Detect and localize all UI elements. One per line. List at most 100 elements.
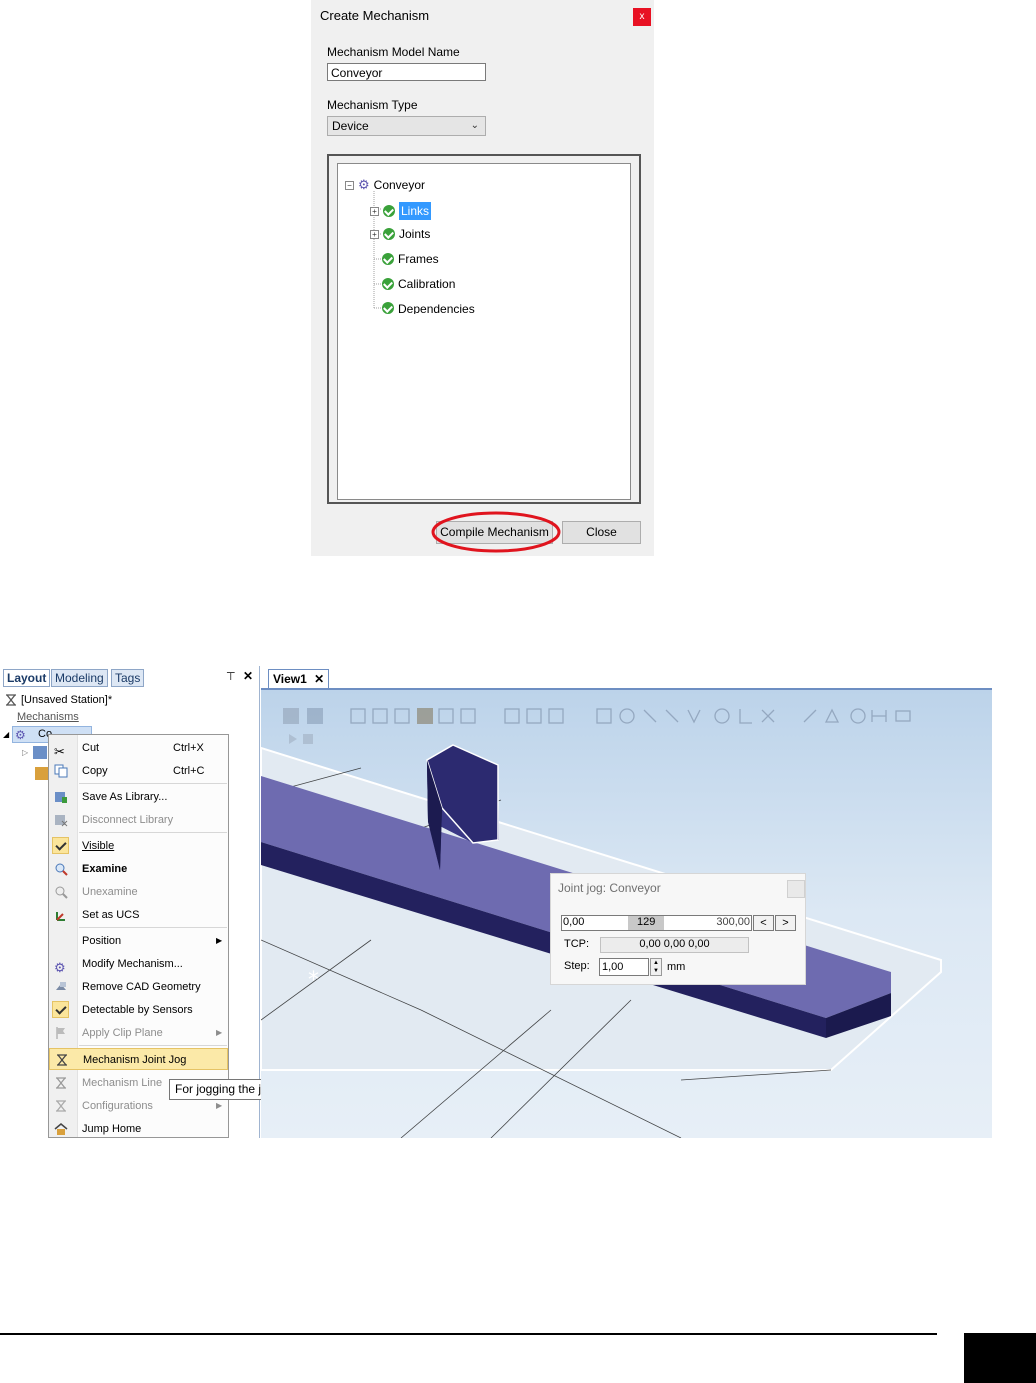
tree-item-links[interactable]: + Links	[370, 202, 432, 220]
model-name-label: Mechanism Model Name	[327, 45, 460, 59]
menu-item-apply-clip-plane[interactable]: Apply Clip Plane ▶	[49, 1022, 228, 1044]
menu-item-cut[interactable]: ✂ Cut Ctrl+X	[49, 737, 228, 759]
link-icon	[33, 746, 47, 759]
mechanism-type-label: Mechanism Type	[327, 98, 418, 112]
unexamine-icon	[54, 885, 68, 899]
highlight-ellipse	[431, 511, 561, 553]
tree-root-label: Conveyor	[373, 178, 426, 192]
step-spinner[interactable]: ▲ ▼	[650, 958, 662, 976]
step-label: Step:	[564, 960, 590, 972]
linear-jog-icon	[54, 1076, 68, 1090]
configurations-icon	[54, 1099, 68, 1113]
3d-viewport[interactable]: * Joint jog: Conveyor 0,00 129 300,00 < …	[261, 690, 992, 1138]
step-input[interactable]: 1,00	[599, 958, 649, 976]
tab-modeling[interactable]: Modeling	[51, 669, 108, 687]
model-name-input[interactable]: Conveyor	[327, 63, 486, 81]
step-unit: mm	[667, 961, 686, 973]
menu-item-jump-home[interactable]: Jump Home	[49, 1118, 228, 1140]
tree-item-joints[interactable]: + Joints	[370, 227, 430, 241]
scissors-icon: ✂	[54, 744, 65, 759]
mechanism-icon: ⚙	[54, 960, 66, 975]
dialog-close-button[interactable]: x	[633, 8, 651, 26]
panel-close-icon[interactable]: ✕	[243, 669, 253, 683]
station-label[interactable]: [Unsaved Station]*	[21, 694, 112, 706]
joint-max-value: 300,00	[716, 916, 750, 928]
joint-jog-close-button[interactable]	[787, 880, 805, 898]
mechanism-icon: ⚙	[358, 177, 370, 192]
submenu-arrow-icon: ▶	[216, 936, 223, 945]
view-tabstrip: View1 ✕	[261, 666, 992, 690]
mechanism-icon: ⚙	[15, 728, 26, 742]
page-corner-block	[964, 1333, 1036, 1383]
joint-min-value: 0,00	[563, 916, 585, 928]
tab-view1[interactable]: View1 ✕	[268, 669, 330, 688]
joint-jog-panel: Joint jog: Conveyor 0,00 129 300,00 < > …	[550, 873, 806, 985]
home-icon	[54, 1122, 68, 1136]
tree-item-calibration[interactable]: Calibration	[382, 277, 455, 291]
mechanisms-group[interactable]: Mechanisms	[17, 711, 79, 723]
expand-icon[interactable]: +	[370, 206, 379, 216]
submenu-arrow-icon: ▶	[216, 1028, 223, 1037]
menu-item-visible[interactable]: Visible	[49, 835, 228, 857]
tree-item-label: Links	[399, 202, 432, 220]
expand-arrow-icon[interactable]: ▷	[22, 748, 28, 757]
menu-item-disconnect-library[interactable]: Disconnect Library	[49, 809, 228, 831]
tab-layout[interactable]: Layout	[3, 669, 51, 687]
checkmark-icon	[52, 1001, 69, 1018]
menu-item-position[interactable]: Position ▶	[49, 930, 228, 952]
check-ok-icon	[382, 302, 394, 314]
expand-arrow-icon[interactable]: ◢	[3, 730, 9, 739]
tree-item-dependencies[interactable]: Dependencies	[382, 302, 475, 314]
copy-icon	[54, 764, 68, 778]
chevron-down-icon: ⌄	[470, 120, 479, 131]
jog-prev-button[interactable]: <	[753, 915, 774, 931]
joint-slider-thumb[interactable]: 129	[628, 916, 664, 930]
collapse-icon[interactable]: −	[345, 180, 354, 190]
tcp-value: 0,00 0,00 0,00	[600, 937, 749, 953]
tab-tags[interactable]: Tags	[111, 669, 145, 687]
station-icon	[4, 693, 18, 707]
check-ok-icon	[383, 205, 395, 217]
mechanism-tree-frame: − ⚙ Conveyor + Links + Joints Frames Cal…	[327, 154, 641, 504]
menu-item-mechanism-joint-jog[interactable]: Mechanism Joint Jog	[49, 1048, 228, 1070]
check-ok-icon	[382, 253, 394, 265]
jog-next-button[interactable]: >	[775, 915, 796, 931]
tree-item-label: Dependencies	[398, 302, 475, 314]
menu-item-examine[interactable]: Examine	[49, 858, 228, 880]
tree-item-frames[interactable]: Frames	[382, 252, 439, 266]
tree-item-label: Frames	[398, 252, 439, 266]
pin-icon[interactable]: ⊤	[226, 670, 236, 683]
menu-item-remove-cad-geometry[interactable]: Remove CAD Geometry	[49, 976, 228, 998]
joint-current-value: 129	[637, 916, 656, 928]
check-ok-icon	[383, 228, 395, 240]
joint-value-slider[interactable]: 0,00 129 300,00	[561, 915, 752, 931]
menu-item-save-as-library[interactable]: Save As Library...	[49, 786, 228, 808]
menu-item-modify-mechanism[interactable]: ⚙ Modify Mechanism...	[49, 953, 228, 975]
mechanism-type-select[interactable]: Device ⌄	[327, 116, 486, 136]
tree-item-label: Joints	[399, 227, 431, 241]
remove-geometry-icon	[54, 980, 68, 994]
view-tab-label: View1	[273, 672, 307, 686]
ucs-icon	[54, 908, 68, 922]
expand-icon[interactable]: +	[370, 229, 379, 239]
joint-jog-icon	[55, 1053, 69, 1067]
mechanism-type-value: Device	[332, 119, 369, 133]
frame-icon	[35, 767, 49, 780]
mechanism-tree[interactable]: − ⚙ Conveyor + Links + Joints Frames Cal…	[337, 163, 631, 500]
footer-rule	[0, 1333, 937, 1335]
menu-item-set-as-ucs[interactable]: Set as UCS	[49, 904, 228, 926]
close-button[interactable]: Close	[562, 521, 641, 544]
context-menu: ✂ Cut Ctrl+X Copy Ctrl+C Save As Library…	[48, 734, 229, 1138]
joint-jog-title: Joint jog: Conveyor	[558, 881, 661, 895]
tree-root[interactable]: − ⚙ Conveyor	[345, 177, 425, 193]
view-tab-close-icon[interactable]: ✕	[314, 672, 324, 686]
flag-icon	[54, 1026, 68, 1040]
check-ok-icon	[382, 278, 394, 290]
menu-item-detectable-by-sensors[interactable]: Detectable by Sensors	[49, 999, 228, 1021]
menu-item-copy[interactable]: Copy Ctrl+C	[49, 760, 228, 782]
dialog-title: Create Mechanism	[320, 8, 430, 23]
tcp-label: TCP:	[564, 938, 590, 950]
menu-item-unexamine[interactable]: Unexamine	[49, 881, 228, 903]
disconnect-library-icon	[54, 813, 68, 827]
create-mechanism-dialog: Create Mechanism x Mechanism Model Name …	[311, 0, 654, 556]
